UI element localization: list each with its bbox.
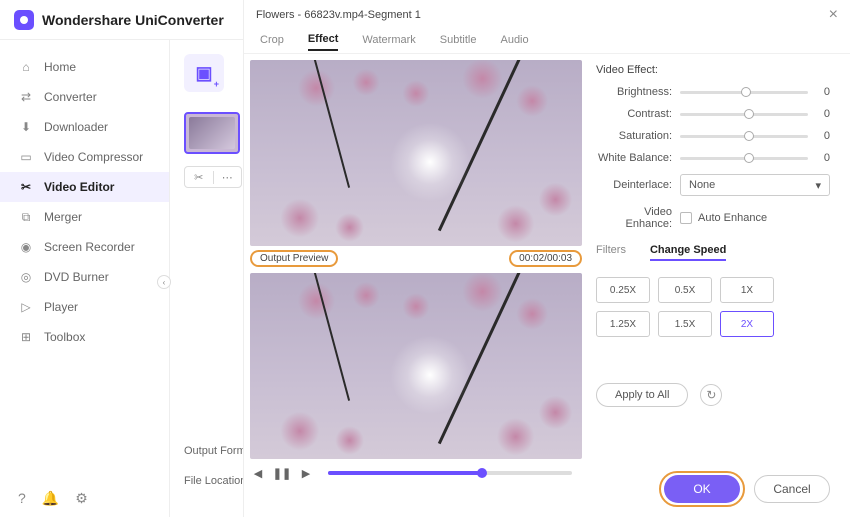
auto-enhance-text: Auto Enhance	[698, 212, 767, 224]
scissors-icon: ✂	[18, 179, 34, 195]
saturation-label: Saturation:	[596, 130, 672, 142]
clip-tools: ✂ ⋯	[184, 166, 242, 188]
sidebar-item-label: DVD Burner	[44, 270, 109, 284]
video-effect-title: Video Effect:	[596, 64, 830, 76]
speed-1_5x[interactable]: 1.5X	[658, 311, 712, 337]
sidebar-item-screen-recorder[interactable]: ◉ Screen Recorder	[0, 232, 169, 262]
pause-button[interactable]: ❚❚	[274, 465, 290, 481]
cancel-button[interactable]: Cancel	[754, 475, 830, 503]
help-icon[interactable]: ?	[18, 490, 26, 507]
download-icon: ⬇	[18, 119, 34, 135]
source-preview	[250, 60, 582, 246]
compress-icon: ▭	[18, 149, 34, 165]
sidebar-item-label: Converter	[44, 90, 97, 104]
toolbox-icon: ⊞	[18, 329, 34, 345]
deinterlace-value: None	[689, 179, 715, 191]
apply-to-all-button[interactable]: Apply to All	[596, 383, 688, 407]
deinterlace-select[interactable]: None ▾	[680, 174, 830, 196]
sidebar-item-label: Toolbox	[44, 330, 85, 344]
sidebar-item-label: Video Editor	[44, 180, 114, 194]
brightness-value: 0	[818, 86, 830, 98]
auto-enhance-checkbox[interactable]	[680, 212, 692, 224]
speed-2x[interactable]: 2X	[720, 311, 774, 337]
speed-1_25x[interactable]: 1.25X	[596, 311, 650, 337]
sidebar-item-toolbox[interactable]: ⊞ Toolbox	[0, 322, 169, 352]
white-balance-slider[interactable]	[680, 157, 808, 160]
sidebar-item-converter[interactable]: ⇄ Converter	[0, 82, 169, 112]
sidebar-item-label: Downloader	[44, 120, 108, 134]
sidebar-item-compressor[interactable]: ▭ Video Compressor	[0, 142, 169, 172]
converter-icon: ⇄	[18, 89, 34, 105]
subtab-filters[interactable]: Filters	[596, 244, 626, 261]
brightness-label: Brightness:	[596, 86, 672, 98]
merge-icon: ⧉	[18, 209, 34, 225]
sidebar-item-label: Video Compressor	[44, 150, 143, 164]
effect-subtabs: Filters Change Speed	[596, 244, 830, 261]
saturation-value: 0	[818, 130, 830, 142]
edit-dialog: Flowers - 66823v.mp4-Segment 1 × Crop Ef…	[243, 0, 850, 517]
reset-button[interactable]: ↻	[700, 384, 722, 406]
gear-icon[interactable]: ⚙	[75, 490, 88, 507]
footer-icons: ? 🔔 ⚙	[18, 490, 88, 507]
more-button[interactable]: ⋯	[214, 171, 242, 184]
speed-options: 0.25X 0.5X 1X 1.25X 1.5X 2X	[596, 277, 830, 337]
player-icon: ▷	[18, 299, 34, 315]
contrast-value: 0	[818, 108, 830, 120]
next-button[interactable]: ▶	[298, 465, 314, 481]
speed-1x[interactable]: 1X	[720, 277, 774, 303]
tab-subtitle[interactable]: Subtitle	[440, 34, 477, 50]
play-controls: ◀ ❚❚ ▶	[250, 465, 582, 481]
sidebar-item-player[interactable]: ▷ Player	[0, 292, 169, 322]
disc-icon: ◎	[18, 269, 34, 285]
output-preview-badge: Output Preview	[250, 250, 338, 267]
sidebar-item-label: Player	[44, 300, 78, 314]
preview-column: Output Preview 00:02/00:03 ◀ ❚❚ ▶	[250, 60, 582, 481]
home-icon: ⌂	[18, 59, 34, 75]
white-balance-label: White Balance:	[596, 152, 672, 164]
clip-thumbnail[interactable]	[184, 112, 240, 154]
dialog-title: Flowers - 66823v.mp4-Segment 1	[256, 9, 421, 21]
brightness-slider[interactable]	[680, 91, 808, 94]
sidebar-item-downloader[interactable]: ⬇ Downloader	[0, 112, 169, 142]
contrast-label: Contrast:	[596, 108, 672, 120]
sidebar-item-video-editor[interactable]: ✂ Video Editor	[0, 172, 169, 202]
deinterlace-label: Deinterlace:	[596, 179, 672, 191]
timeline-slider[interactable]	[328, 471, 572, 475]
effect-panel: Video Effect: Brightness: 0 Contrast: 0 Sa…	[582, 60, 850, 481]
close-button[interactable]: ×	[829, 6, 838, 24]
prev-button[interactable]: ◀	[250, 465, 266, 481]
speed-0_25x[interactable]: 0.25X	[596, 277, 650, 303]
sidebar-collapse-button[interactable]: ‹	[157, 275, 171, 289]
tab-watermark[interactable]: Watermark	[362, 34, 415, 50]
subtab-change-speed[interactable]: Change Speed	[650, 244, 726, 261]
add-media-button[interactable]: ▣	[184, 54, 224, 92]
record-icon: ◉	[18, 239, 34, 255]
sidebar-item-label: Merger	[44, 210, 82, 224]
sidebar-item-label: Home	[44, 60, 76, 74]
sidebar: ⌂ Home ⇄ Converter ⬇ Downloader ▭ Video Comp…	[0, 40, 170, 517]
saturation-slider[interactable]	[680, 135, 808, 138]
sidebar-item-merger[interactable]: ⧉ Merger	[0, 202, 169, 232]
tab-crop[interactable]: Crop	[260, 34, 284, 50]
cut-button[interactable]: ✂	[185, 171, 214, 184]
enhance-label: Video Enhance:	[596, 206, 672, 230]
chevron-down-icon: ▾	[815, 179, 821, 192]
tab-audio[interactable]: Audio	[500, 34, 528, 50]
ok-highlight-ring	[659, 471, 745, 507]
dialog-tabs: Crop Effect Watermark Subtitle Audio	[244, 30, 850, 54]
preview-time-badge: 00:02/00:03	[509, 250, 582, 267]
bell-icon[interactable]: 🔔	[42, 490, 59, 507]
tab-effect[interactable]: Effect	[308, 33, 339, 51]
sidebar-item-dvd-burner[interactable]: ◎ DVD Burner	[0, 262, 169, 292]
app-title: Wondershare UniConverter	[42, 12, 224, 28]
output-preview	[250, 273, 582, 459]
sidebar-item-label: Screen Recorder	[44, 240, 135, 254]
speed-0_5x[interactable]: 0.5X	[658, 277, 712, 303]
contrast-slider[interactable]	[680, 113, 808, 116]
app-logo	[14, 10, 34, 30]
white-balance-value: 0	[818, 152, 830, 164]
sidebar-item-home[interactable]: ⌂ Home	[0, 52, 169, 82]
